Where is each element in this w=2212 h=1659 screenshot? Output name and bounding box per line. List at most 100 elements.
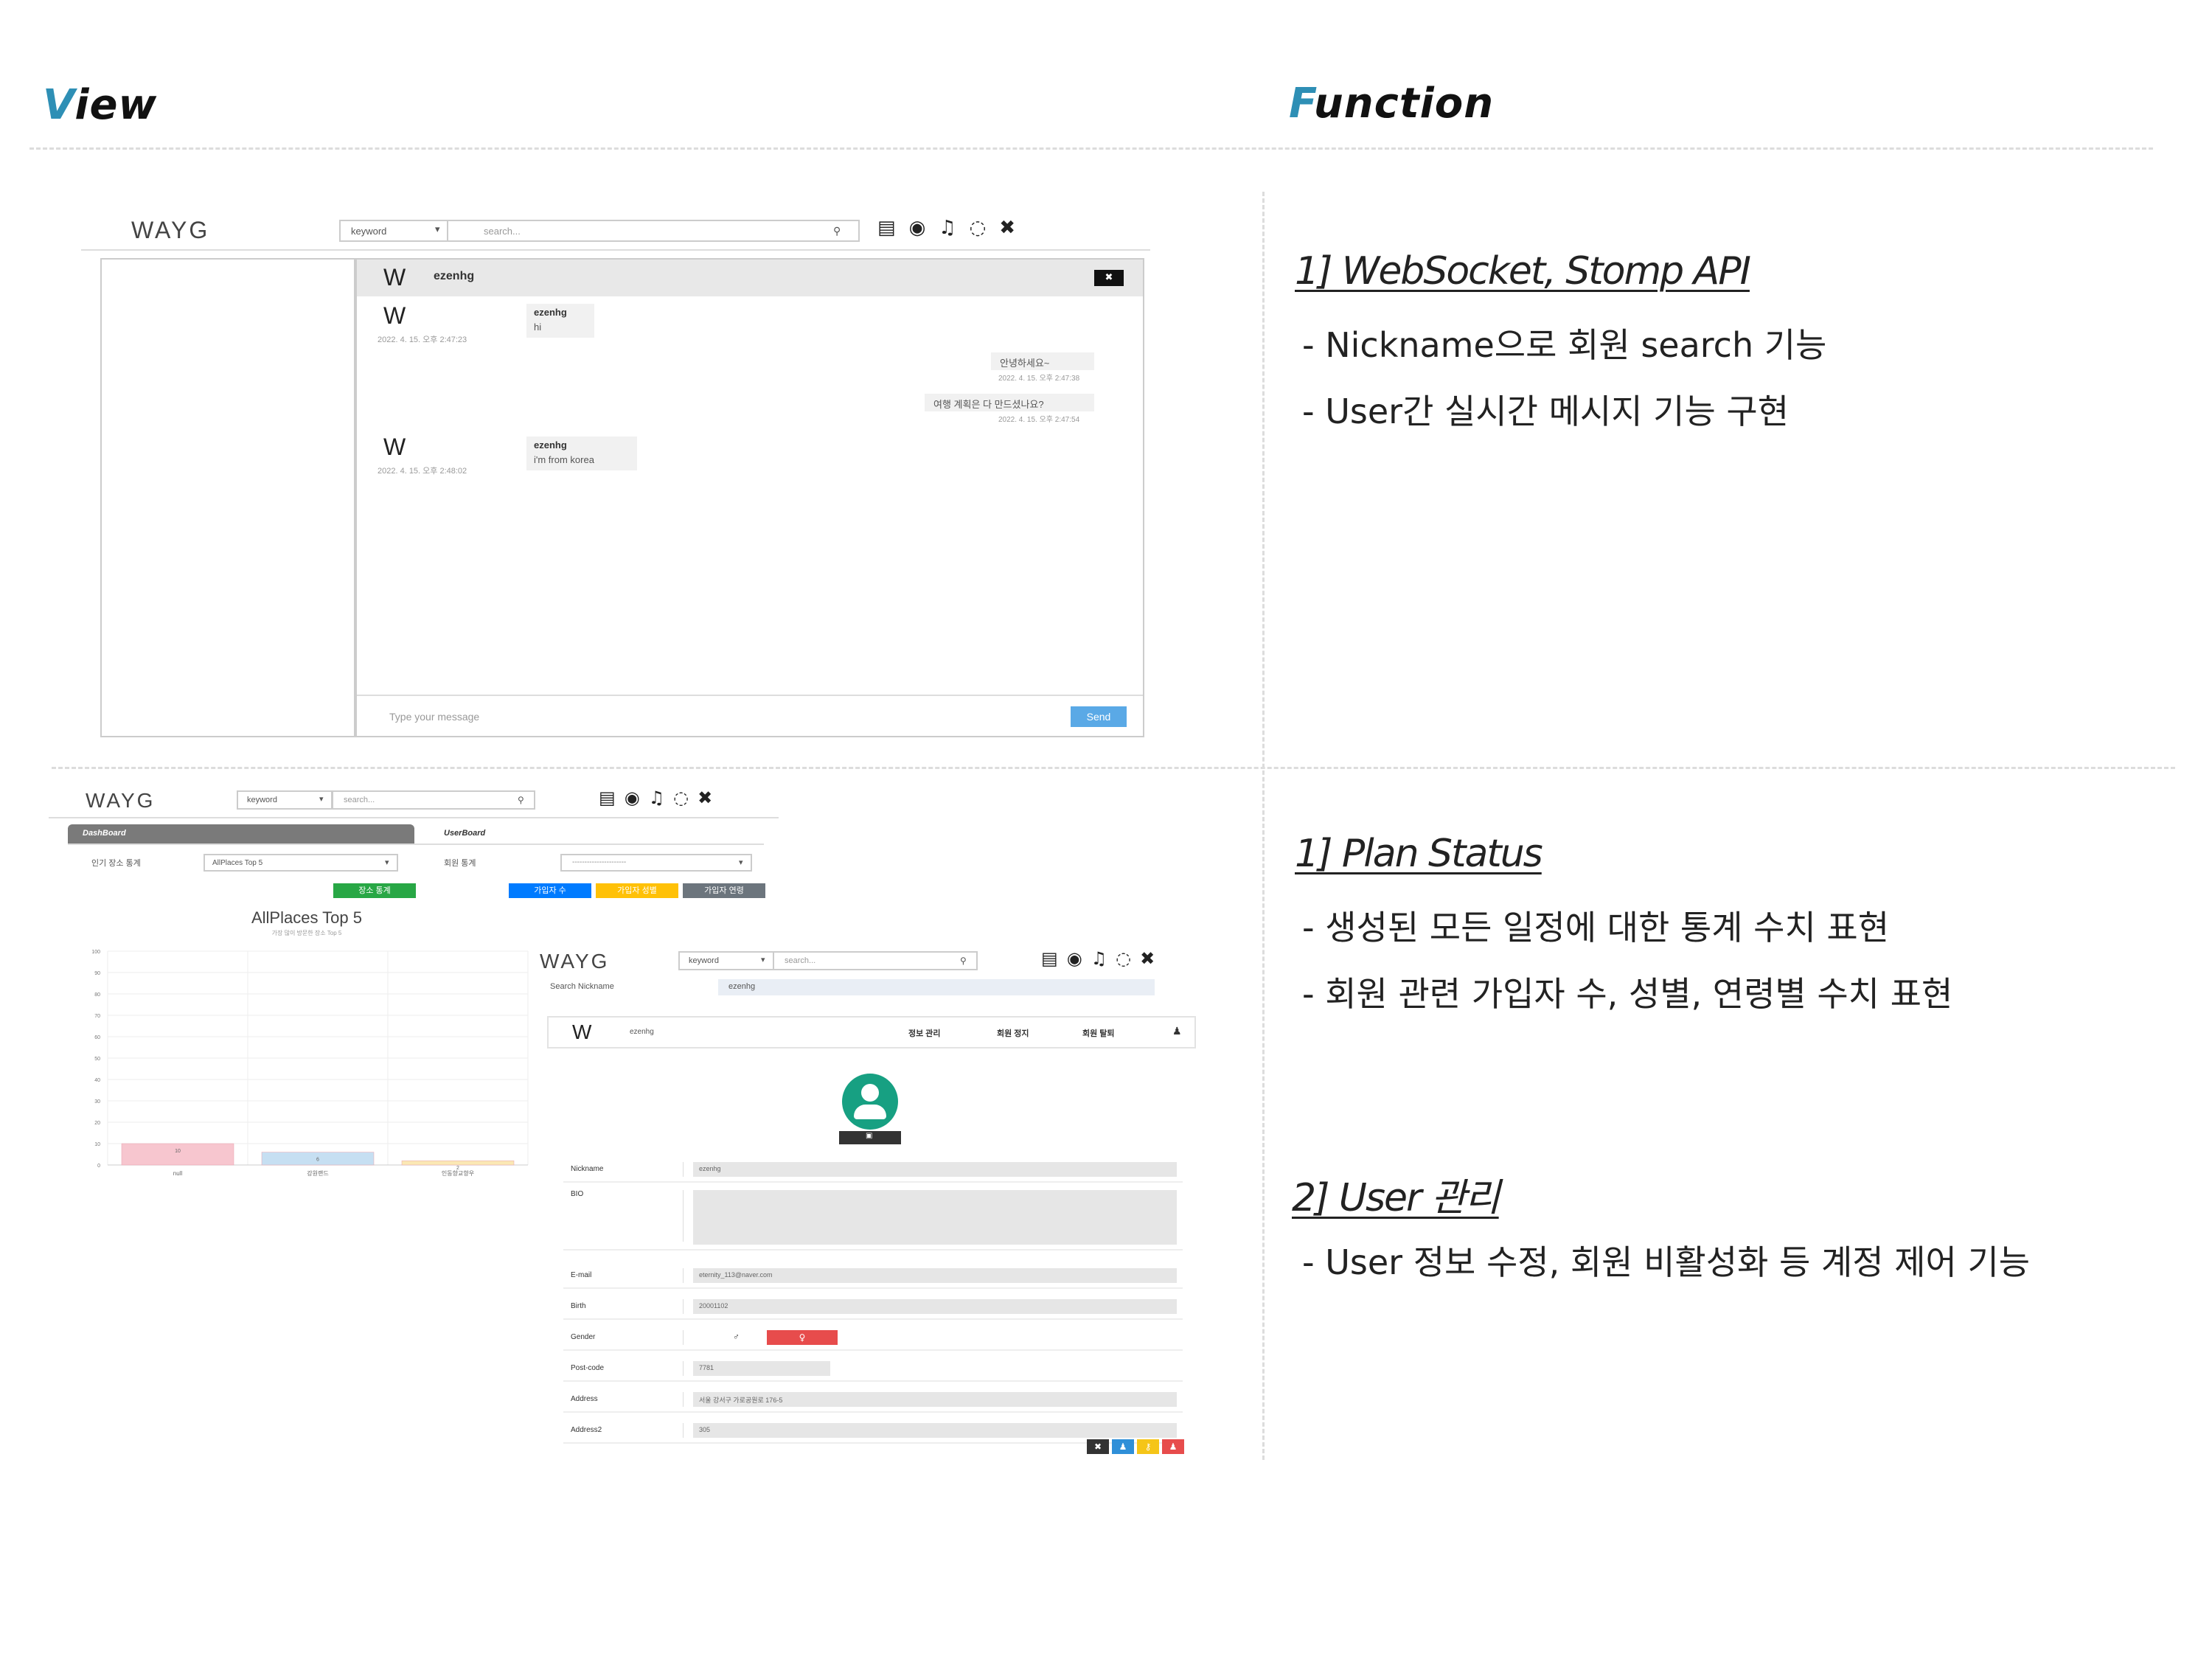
profile-avatar-icon	[842, 1074, 898, 1130]
key-icon: ⚷	[1144, 1441, 1152, 1452]
form-row: Gender ♂ ♀	[563, 1327, 1183, 1351]
tab-dashboard[interactable]: DashBoard	[68, 824, 414, 844]
tools-button[interactable]: ✖	[1087, 1439, 1109, 1454]
gender-female-option[interactable]: ♀	[767, 1330, 838, 1345]
signup-count-button[interactable]: 가입자 수	[509, 883, 591, 898]
view-header: View	[43, 81, 158, 129]
list-icon[interactable]: ▤	[599, 787, 625, 808]
search-select[interactable]: keyword ▾	[339, 220, 448, 242]
search-select[interactable]: keyword ▾	[237, 790, 333, 810]
bar-value-label: 6	[316, 1158, 319, 1163]
app-logo: WAYG	[540, 950, 610, 973]
chevron-down-icon: ▾	[319, 795, 324, 804]
field-value: ezenhg	[699, 1165, 721, 1172]
signup-gender-button[interactable]: 가입자 성별	[596, 883, 678, 898]
search-input[interactable]: search... ⚲	[447, 220, 860, 242]
chevron-down-icon: ▾	[385, 858, 389, 867]
remove-user-button[interactable]: ♟	[1162, 1439, 1184, 1454]
photo-upload-button[interactable]: ▣	[839, 1131, 901, 1144]
chat-icon[interactable]: ◌	[673, 787, 698, 808]
nickname-field[interactable]: ezenhg	[693, 1162, 1177, 1177]
users-select[interactable]: ---------------------- ▾	[560, 854, 752, 872]
user-icon[interactable]: ♟	[1172, 1025, 1182, 1037]
search-input[interactable]: search... ⚲	[332, 790, 535, 810]
tools-icon: ✖	[1093, 1441, 1102, 1452]
function-1-title: 1] WebSocket, Stomp API	[1295, 249, 1751, 293]
field-value: 서울 강서구 가로공원로 176-5	[699, 1397, 783, 1404]
e-mail-field[interactable]: eternity_113@naver.com	[693, 1268, 1177, 1283]
birth-field[interactable]: 20001102	[693, 1299, 1177, 1314]
toolbar-icons: ▤◉♫◌✖	[599, 787, 721, 808]
app-logo: WAYG	[86, 789, 156, 812]
tools-icon[interactable]: ✖	[999, 217, 1029, 239]
toolbar-icons: ▤◉♫◌✖	[877, 217, 1029, 239]
form-row: Post-code 7781	[563, 1358, 1183, 1382]
message-bubble: 여행 계획은 다 만드셨나요?	[925, 394, 1094, 411]
tools-icon[interactable]: ✖	[698, 787, 721, 808]
chat-panel: W ezenhg ✖ W 2022. 4. 15. 오후 2:47:23 eze…	[355, 258, 1144, 737]
chevron-down-icon: ▾	[739, 858, 743, 867]
search-icon: ⚲	[518, 795, 524, 805]
profile-tab-bar: W ezenhg 정보 관리 회원 정지 회원 탈퇴 ♟	[547, 1016, 1196, 1048]
bell-icon[interactable]: ♫	[1091, 948, 1116, 969]
tools-icon[interactable]: ✖	[1140, 948, 1164, 969]
signup-age-button[interactable]: 가입자 연령	[683, 883, 765, 898]
field-label: BIO	[571, 1190, 584, 1198]
send-button[interactable]: Send	[1071, 706, 1127, 727]
bell-icon[interactable]: ♫	[939, 217, 969, 239]
field-value: 305	[699, 1426, 711, 1433]
chart-title-block: AllPlaces Top 5 가장 많이 방문한 장소 Top 5	[78, 908, 535, 942]
form-row: BIO	[563, 1187, 1183, 1251]
search-select[interactable]: keyword ▾	[678, 951, 774, 970]
tab-info-manage[interactable]: 정보 관리	[908, 1027, 941, 1039]
edit-user-button[interactable]: ♟	[1112, 1439, 1134, 1454]
chat-user-list	[100, 258, 355, 737]
profile-icon[interactable]: ◉	[909, 217, 939, 239]
list-icon[interactable]: ▤	[877, 217, 909, 239]
y-tick-label: 20	[94, 1121, 100, 1126]
bar	[401, 1160, 515, 1166]
message-bubble: ezenhg i'm from korea	[526, 437, 637, 470]
message-input[interactable]: Type your message	[389, 711, 479, 723]
function-1-line: - User간 실시간 메시지 기능 구현	[1302, 392, 1790, 431]
form-row: E-mail eternity_113@naver.com	[563, 1265, 1183, 1289]
bio-field[interactable]	[693, 1190, 1177, 1245]
form-row: Nickname ezenhg	[563, 1159, 1183, 1183]
places-stats-button[interactable]: 장소 통계	[333, 883, 416, 898]
profile-icon[interactable]: ◉	[625, 787, 649, 808]
profile-icon[interactable]: ◉	[1067, 948, 1091, 969]
list-icon[interactable]: ▤	[1041, 948, 1067, 969]
nickname-search-input[interactable]: ezenhg	[718, 979, 1155, 995]
address-field[interactable]: 서울 강서구 가로공원로 176-5	[693, 1392, 1177, 1407]
y-tick-label: 70	[94, 1014, 100, 1019]
tab-userboard[interactable]: UserBoard	[417, 824, 764, 844]
gender-male-option[interactable]: ♂	[733, 1332, 740, 1342]
bar-value-label: 10	[175, 1149, 181, 1154]
key-button[interactable]: ⚷	[1137, 1439, 1159, 1454]
y-tick-label: 60	[94, 1035, 100, 1040]
places-select[interactable]: AllPlaces Top 5 ▾	[204, 854, 398, 872]
search-input[interactable]: search... ⚲	[773, 951, 978, 970]
y-tick-label: 50	[94, 1057, 100, 1062]
avatar: W	[383, 434, 406, 460]
bar-chart: 100908070605040302010010null6강원랜드2인동향교향우	[91, 950, 529, 1177]
tab-suspend[interactable]: 회원 정지	[997, 1027, 1029, 1039]
tab-withdraw[interactable]: 회원 탈퇴	[1082, 1027, 1115, 1039]
chat-icon[interactable]: ◌	[1116, 948, 1140, 969]
field-label: Birth	[571, 1302, 586, 1310]
address2-field[interactable]: 305	[693, 1423, 1177, 1438]
field-value: eternity_113@naver.com	[699, 1271, 773, 1279]
search-icon: ⚲	[960, 956, 967, 966]
function-3-title: 2] User 관리	[1292, 1176, 1500, 1220]
function-3-line: - User 정보 수정, 회원 비활성화 등 계정 제어 기능	[1302, 1242, 2031, 1282]
close-button[interactable]: ✖	[1094, 270, 1124, 286]
bell-icon[interactable]: ♫	[649, 787, 674, 808]
field-label: Post-code	[571, 1364, 605, 1372]
x-tick-label: 인동향교향우	[442, 1169, 474, 1177]
camera-icon: ▣	[866, 1132, 873, 1140]
chat-icon[interactable]: ◌	[970, 217, 1000, 239]
column-divider	[1262, 192, 1265, 1460]
post-code-field[interactable]: 7781	[693, 1361, 830, 1376]
y-tick-label: 100	[91, 950, 100, 955]
form-row: Birth 20001102	[563, 1296, 1183, 1320]
